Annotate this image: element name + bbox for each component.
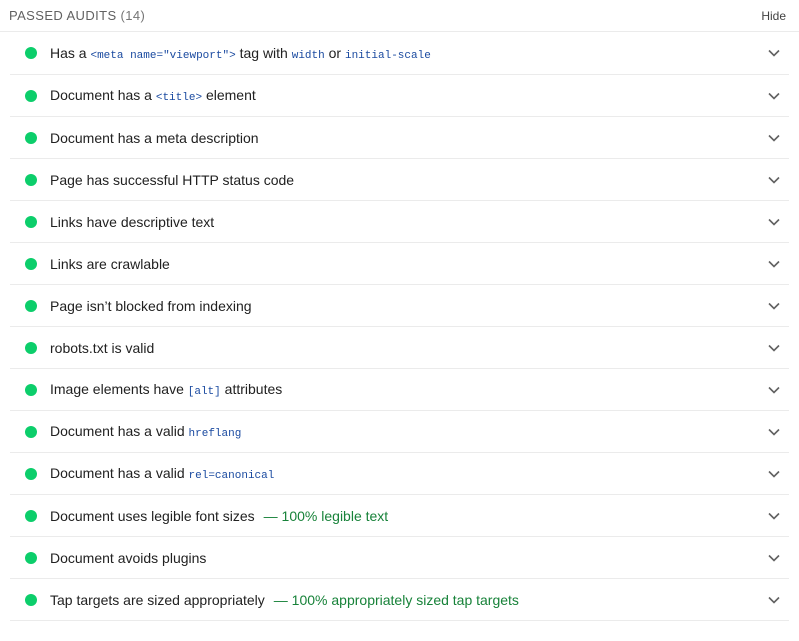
pass-dot-icon	[25, 215, 37, 228]
audit-title-text: Document uses legible font sizes	[50, 507, 255, 524]
audit-title-text: element	[202, 87, 256, 103]
audit-title: Document has a <title> element	[50, 87, 762, 104]
audit-title-text: Document has a meta description	[50, 129, 259, 146]
pass-dot-icon	[25, 551, 37, 564]
audit-title: Document has a meta description	[50, 130, 762, 146]
audit-title-code: hreflang	[188, 428, 242, 440]
audit-title: Tap targets are sized appropriately — 100…	[50, 592, 762, 608]
audit-title: Image elements have [alt] attributes	[50, 381, 762, 398]
chevron-down-icon[interactable]	[762, 504, 786, 528]
audit-row[interactable]: Document uses legible font sizes — 100% l…	[10, 495, 789, 537]
audit-row[interactable]: Links are crawlable	[10, 243, 789, 285]
audit-title: Document has a valid rel=canonical	[50, 465, 762, 482]
chevron-down-icon[interactable]	[762, 168, 786, 192]
audit-title-text: Page isn’t blocked from indexing	[50, 297, 252, 314]
audit-title: Has a <meta name="viewport"> tag with wi…	[50, 45, 762, 62]
audit-row[interactable]: Document has a meta description	[10, 117, 789, 159]
audit-title: Page isn’t blocked from indexing	[50, 298, 762, 314]
group-count: (14)	[120, 8, 146, 23]
pass-dot-icon	[25, 509, 37, 522]
pass-dot-icon	[25, 467, 37, 480]
hide-toggle-link[interactable]: Hide	[761, 9, 786, 23]
audit-title: Document uses legible font sizes — 100% l…	[50, 508, 762, 524]
audit-title-text: Document has a valid	[50, 423, 189, 439]
chevron-down-icon[interactable]	[762, 588, 786, 612]
audit-row[interactable]: Links have descriptive text	[10, 201, 789, 243]
audit-title-text: Links have descriptive text	[50, 213, 215, 230]
pass-dot-icon	[25, 47, 37, 59]
chevron-down-icon[interactable]	[762, 252, 786, 276]
chevron-down-icon[interactable]	[762, 378, 786, 402]
audit-row[interactable]: robots.txt is valid	[10, 327, 789, 369]
audit-row[interactable]: Document avoids plugins	[10, 537, 789, 579]
audit-title-text: attributes	[220, 381, 283, 397]
audit-row[interactable]: Page isn’t blocked from indexing	[10, 285, 789, 327]
audit-title-code: rel=canonical	[188, 470, 275, 482]
audit-title-text: tag with	[235, 44, 292, 61]
audit-title-code: width	[291, 49, 325, 62]
pass-dot-icon	[25, 299, 37, 312]
pass-dot-icon	[25, 257, 37, 270]
chevron-down-icon[interactable]	[762, 84, 786, 108]
pass-dot-icon	[25, 593, 37, 606]
pass-dot-icon	[25, 341, 37, 354]
audit-title-text: Tap targets are sized appropriately	[50, 591, 265, 608]
audit-row[interactable]: Page has successful HTTP status code	[10, 159, 789, 201]
audit-title: Page has successful HTTP status code	[50, 172, 762, 188]
audit-title-code: initial-scale	[344, 49, 431, 62]
chevron-down-icon[interactable]	[762, 41, 786, 65]
audit-title-text: Document has a	[50, 87, 156, 103]
audit-title: Document avoids plugins	[50, 550, 762, 566]
pass-dot-icon	[25, 425, 37, 438]
audit-list: Has a <meta name="viewport"> tag with wi…	[10, 32, 789, 621]
passed-audits-header: Passed audits (14) Hide	[0, 0, 799, 32]
audit-title-text: or	[324, 44, 345, 61]
audit-display-value: — 100% legible text	[263, 507, 389, 524]
chevron-down-icon[interactable]	[762, 420, 786, 444]
chevron-down-icon[interactable]	[762, 294, 786, 318]
audit-row[interactable]: Has a <meta name="viewport"> tag with wi…	[10, 32, 789, 75]
audit-title: Links are crawlable	[50, 256, 762, 272]
group-title: Passed audits (14)	[9, 8, 145, 23]
audit-title-code: <meta name="viewport">	[90, 49, 236, 62]
chevron-down-icon[interactable]	[762, 126, 786, 150]
audit-row[interactable]: Document has a <title> element	[10, 75, 789, 117]
chevron-down-icon[interactable]	[762, 210, 786, 234]
audit-title-text: Image elements have	[50, 381, 188, 397]
audit-title-text: Document has a valid	[50, 465, 189, 481]
chevron-down-icon[interactable]	[762, 462, 786, 486]
audit-title: robots.txt is valid	[50, 340, 762, 356]
audit-title-text: Links are crawlable	[50, 255, 170, 272]
audit-title: Links have descriptive text	[50, 214, 762, 230]
pass-dot-icon	[25, 131, 37, 144]
audit-title-code: [alt]	[187, 386, 221, 398]
audit-display-value: — 100% appropriately sized tap targets	[273, 591, 519, 608]
pass-dot-icon	[25, 89, 37, 102]
audit-title-text: Page has successful HTTP status code	[50, 171, 295, 188]
audit-title: Document has a valid hreflang	[50, 423, 762, 440]
chevron-down-icon[interactable]	[762, 336, 786, 360]
audit-title-text: Has a	[50, 44, 91, 61]
pass-dot-icon	[25, 173, 37, 186]
audit-title-text: Document avoids plugins	[50, 549, 207, 566]
group-title-text: Passed audits	[9, 8, 117, 23]
pass-dot-icon	[25, 383, 37, 396]
audit-title-code: <title>	[155, 92, 203, 104]
audit-row[interactable]: Image elements have [alt] attributes	[10, 369, 789, 411]
audit-row[interactable]: Tap targets are sized appropriately — 100…	[10, 579, 789, 621]
audit-row[interactable]: Document has a valid rel=canonical	[10, 453, 789, 495]
audit-row[interactable]: Document has a valid hreflang	[10, 411, 789, 453]
audit-title-text: robots.txt is valid	[50, 339, 155, 356]
chevron-down-icon[interactable]	[762, 546, 786, 570]
